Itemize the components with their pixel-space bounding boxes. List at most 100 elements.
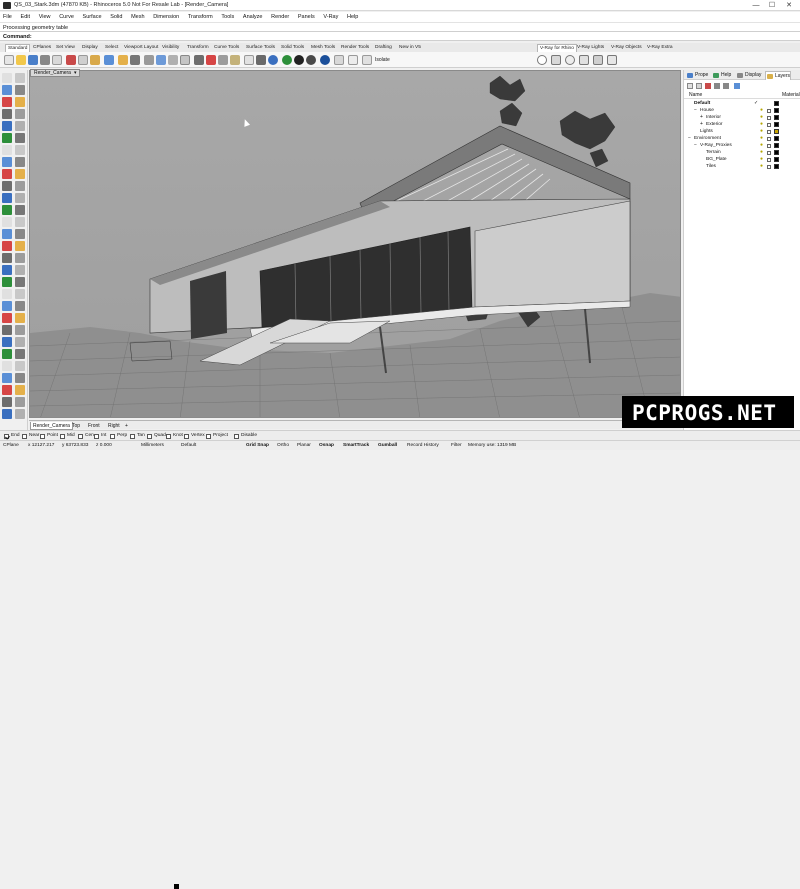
- osnap-near[interactable]: Near: [22, 433, 39, 439]
- layer-lock-icon[interactable]: [767, 122, 771, 127]
- osnap-checkbox[interactable]: [78, 433, 83, 439]
- left-tool-icon[interactable]: [15, 217, 25, 227]
- left-tool-icon[interactable]: [2, 157, 12, 167]
- tab-vray-for-rhino[interactable]: V-Ray for Rhino: [537, 44, 577, 52]
- tab-new-in-v5[interactable]: New in V5: [399, 44, 421, 52]
- move-icon[interactable]: [218, 55, 228, 65]
- vray-interactive-icon[interactable]: [579, 55, 589, 65]
- osnap-quad[interactable]: Quad: [147, 433, 166, 439]
- ortho-toggle[interactable]: Ortho: [277, 443, 289, 449]
- texture-sphere-icon[interactable]: [320, 55, 330, 65]
- layer-visibility-bulb-icon[interactable]: ●: [760, 143, 764, 148]
- layer-visibility-bulb-icon[interactable]: ●: [760, 164, 764, 169]
- osnap-cen[interactable]: Cen: [78, 433, 94, 439]
- layer-lock-icon[interactable]: [767, 150, 771, 155]
- menu-view[interactable]: View: [39, 12, 51, 20]
- left-tool-icon[interactable]: [15, 397, 25, 407]
- osnap-checkbox[interactable]: [184, 433, 189, 439]
- osnap-project[interactable]: Project: [206, 433, 228, 439]
- left-tool-icon[interactable]: [2, 229, 12, 239]
- osnap-mid[interactable]: Mid: [60, 433, 75, 439]
- left-tool-icon[interactable]: [2, 205, 12, 215]
- command-line[interactable]: Command:: [0, 31, 800, 41]
- left-tool-icon[interactable]: [2, 241, 12, 251]
- menu-file[interactable]: File: [3, 12, 12, 20]
- left-tool-icon[interactable]: [15, 361, 25, 371]
- rotate-view-icon[interactable]: [130, 55, 140, 65]
- layer-lock-icon[interactable]: [767, 136, 771, 141]
- osnap-checkbox[interactable]: [22, 433, 27, 439]
- properties-icon[interactable]: [52, 55, 62, 65]
- menu-mesh[interactable]: Mesh: [131, 12, 144, 20]
- layer-lock-icon[interactable]: [767, 157, 771, 162]
- hide-objects-icon[interactable]: [348, 55, 358, 65]
- osnap-toggle[interactable]: Osnap: [319, 443, 334, 449]
- layer-color-swatch[interactable]: [774, 157, 779, 162]
- left-tool-icon[interactable]: [2, 289, 12, 299]
- osnap-checkbox[interactable]: [110, 433, 115, 439]
- menu-vray[interactable]: V-Ray: [323, 12, 338, 20]
- tab-select[interactable]: Select: [105, 44, 118, 52]
- tab-display[interactable]: Display: [82, 44, 98, 52]
- left-tool-icon[interactable]: [2, 97, 12, 107]
- layer-visibility-bulb-icon[interactable]: ●: [760, 108, 764, 113]
- new-file-icon[interactable]: [4, 55, 14, 65]
- left-tool-icon[interactable]: [15, 385, 25, 395]
- render-options-icon[interactable]: [334, 55, 344, 65]
- osnap-knot[interactable]: Knot: [166, 433, 183, 439]
- environment-sphere-icon[interactable]: [282, 55, 292, 65]
- zoom-extents-icon[interactable]: [168, 55, 178, 65]
- left-tool-icon[interactable]: [2, 313, 12, 323]
- menu-transform[interactable]: Transform: [188, 12, 213, 20]
- vray-frame-buffer-icon[interactable]: [593, 55, 603, 65]
- layer-icon[interactable]: [230, 55, 240, 65]
- layer-row[interactable]: − V-Ray_Proxies ●: [684, 142, 800, 149]
- viewport-menu-arrow-icon[interactable]: ▾: [74, 70, 77, 76]
- tab-viewport-layout[interactable]: Viewport Layout: [124, 44, 158, 52]
- left-tool-icon[interactable]: [15, 193, 25, 203]
- left-tool-icon[interactable]: [15, 373, 25, 383]
- layer-color-swatch[interactable]: [774, 101, 779, 106]
- layer-lock-icon[interactable]: [767, 115, 771, 120]
- layer-expander-icon[interactable]: +: [700, 114, 703, 121]
- layer-color-swatch[interactable]: [774, 115, 779, 120]
- layer-row[interactable]: BG_Plate ●: [684, 156, 800, 163]
- osnap-checkbox[interactable]: [4, 433, 9, 439]
- left-tool-icon[interactable]: [15, 157, 25, 167]
- osnap-checkbox[interactable]: [206, 433, 211, 439]
- left-tool-icon[interactable]: [2, 133, 12, 143]
- add-viewport-tab-button[interactable]: +: [123, 422, 130, 430]
- left-tool-icon[interactable]: [2, 145, 12, 155]
- left-tool-icon[interactable]: [2, 409, 12, 419]
- left-tool-icon[interactable]: [15, 73, 25, 83]
- menu-dimension[interactable]: Dimension: [153, 12, 179, 20]
- select-icon[interactable]: [206, 55, 216, 65]
- new-sublayer-icon[interactable]: [696, 83, 702, 89]
- isolate-icon[interactable]: [362, 55, 372, 65]
- left-tool-icon[interactable]: [15, 349, 25, 359]
- left-tool-icon[interactable]: [2, 277, 12, 287]
- layer-lock-icon[interactable]: [767, 108, 771, 113]
- menu-render[interactable]: Render: [271, 12, 289, 20]
- gumball-toggle[interactable]: Gumball: [378, 443, 397, 449]
- layer-color-swatch[interactable]: [774, 129, 779, 134]
- layer-color-swatch[interactable]: [774, 122, 779, 127]
- left-tool-icon[interactable]: [2, 109, 12, 119]
- left-tool-icon[interactable]: [2, 385, 12, 395]
- left-tool-icon[interactable]: [15, 85, 25, 95]
- layer-color-swatch[interactable]: [774, 143, 779, 148]
- layer-row[interactable]: Lights ●: [684, 128, 800, 135]
- light-sphere-icon[interactable]: [306, 55, 316, 65]
- layer-row[interactable]: − House ●: [684, 107, 800, 114]
- layer-row[interactable]: + Interior ●: [684, 114, 800, 121]
- layer-color-swatch[interactable]: [774, 136, 779, 141]
- viewport-tab-front[interactable]: Front: [86, 422, 102, 430]
- layer-visibility-bulb-icon[interactable]: ●: [760, 129, 764, 134]
- delete-layer-icon[interactable]: [705, 83, 711, 89]
- left-tool-icon[interactable]: [15, 253, 25, 263]
- osnap-checkbox[interactable]: [60, 433, 65, 439]
- left-tool-icon[interactable]: [2, 325, 12, 335]
- layer-visibility-bulb-icon[interactable]: ●: [760, 150, 764, 155]
- menu-curve[interactable]: Curve: [59, 12, 74, 20]
- menu-panels[interactable]: Panels: [298, 12, 315, 20]
